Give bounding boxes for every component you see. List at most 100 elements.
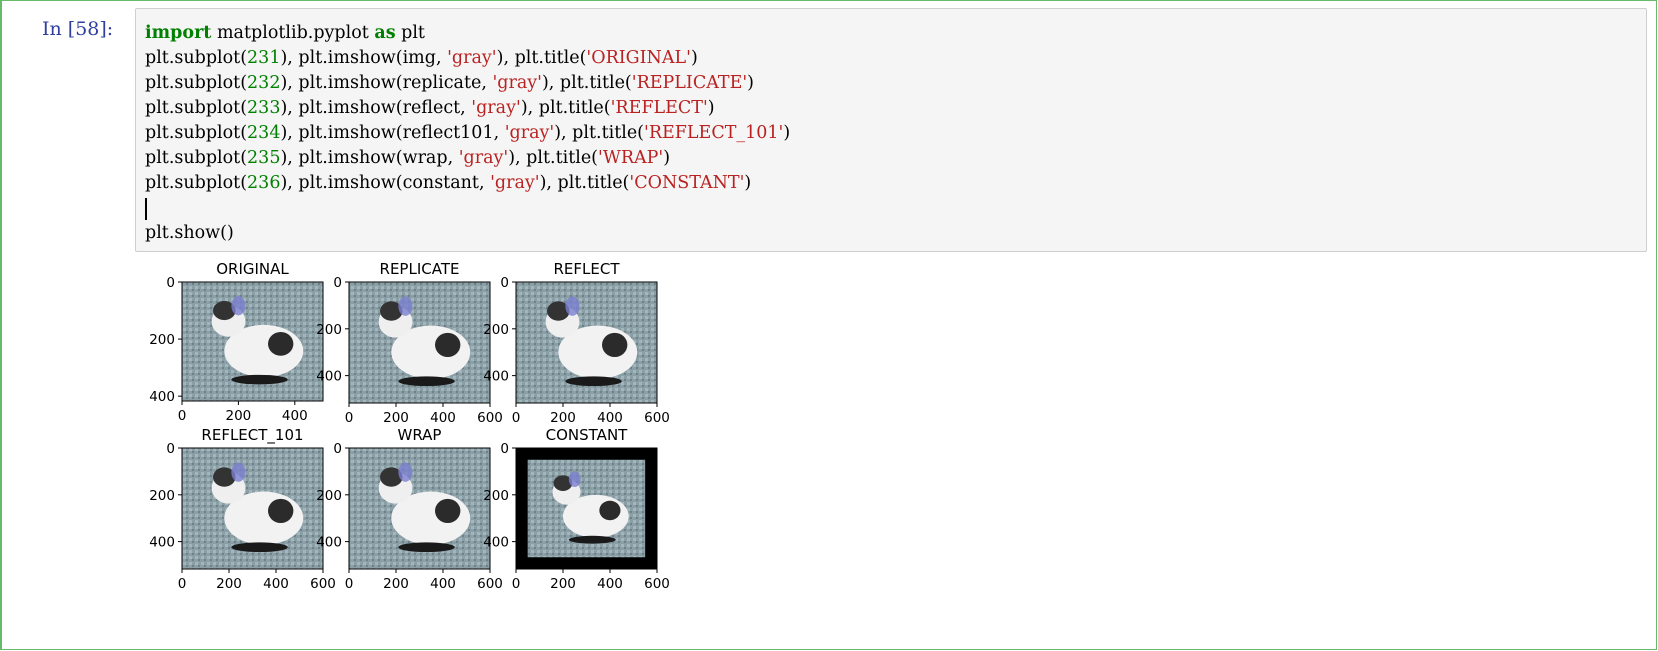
x-tick-label: 600 — [644, 410, 670, 426]
x-tick-label: 0 — [512, 410, 521, 426]
code-token: ), plt.imshow(reflect101, — [280, 123, 505, 143]
cat-ear — [231, 462, 246, 482]
code-token: ), plt.imshow(constant, — [280, 173, 491, 193]
code-token: ), plt.title( — [520, 98, 611, 118]
code-token: plt.show() — [145, 223, 234, 243]
code-token: ) — [744, 173, 752, 193]
cat-spot — [435, 498, 461, 524]
cat-tail — [231, 374, 288, 385]
cat-spot — [599, 500, 621, 521]
code-token: plt.subplot( — [145, 98, 248, 118]
code-token: plt.subplot( — [145, 123, 248, 143]
code-token: 'REPLICATE' — [631, 73, 748, 93]
code-token: 'gray' — [458, 148, 509, 168]
cat-tail — [231, 542, 288, 553]
cat-tail — [398, 542, 455, 553]
cat-ear — [231, 296, 246, 316]
subplot-title: WRAP — [398, 426, 442, 444]
y-tick-label: 200 — [149, 488, 175, 504]
subplot-reflect_101: REFLECT_101 0 200 400 600 0 200 400 — [149, 426, 336, 592]
code-token: 'REFLECT' — [610, 98, 708, 118]
y-tick-label: 0 — [333, 441, 342, 457]
code-token: 'gray' — [490, 173, 540, 193]
code-token: ) — [690, 48, 698, 68]
x-tick-label: 200 — [383, 576, 409, 592]
x-tick-label: 0 — [345, 576, 354, 592]
code-line[interactable]: import matplotlib.pyplot as plt — [145, 21, 790, 46]
cat-spot — [268, 331, 294, 356]
y-tick-label: 0 — [333, 275, 342, 291]
code-line[interactable]: plt.subplot(234), plt.imshow(reflect101,… — [145, 121, 790, 146]
code-token: ) — [707, 98, 715, 118]
output-area: ORIGINAL 0 200 400 0 200 400 REPLICATE 0 200 400 60… — [135, 260, 695, 606]
cat-ear — [568, 471, 581, 488]
x-tick-label: 600 — [477, 576, 503, 592]
y-tick-label: 400 — [316, 535, 342, 551]
y-tick-label: 0 — [500, 441, 509, 457]
cat-ear — [398, 296, 413, 316]
y-tick-label: 400 — [149, 535, 175, 551]
x-tick-label: 0 — [178, 408, 187, 424]
y-tick-label: 200 — [149, 332, 175, 348]
x-tick-label: 0 — [512, 576, 521, 592]
code-text[interactable]: import matplotlib.pyplot as plt plt.subpl… — [145, 21, 790, 246]
code-token: ), plt.imshow(wrap, — [280, 148, 459, 168]
code-line[interactable]: plt.subplot(232), plt.imshow(replicate, … — [145, 71, 790, 96]
subplot-constant: CONSTANT 0 200 400 600 0 200 400 — [483, 426, 670, 592]
subplot-title: REFLECT — [554, 262, 621, 278]
subplot-original: ORIGINAL0 200 4000200400 — [149, 260, 324, 424]
cat-tail — [565, 376, 622, 387]
code-line[interactable]: plt.subplot(236), plt.imshow(constant, '… — [145, 171, 790, 196]
cat-spot — [268, 498, 294, 524]
code-token: 'gray' — [492, 73, 542, 93]
code-line[interactable]: plt.show() — [145, 221, 790, 246]
code-token: 233 — [247, 98, 281, 118]
code-token: 232 — [247, 73, 281, 93]
x-tick-label: 0 — [345, 410, 354, 426]
subplot-title: CONSTANT — [546, 426, 629, 444]
x-tick-label: 200 — [383, 410, 409, 426]
subplot-figure: ORIGINAL0 200 4000200400REPLICATE0 200 400 60… — [149, 260, 670, 592]
code-token: 'gray' — [447, 48, 497, 68]
cat-tail — [398, 376, 455, 387]
subplot-reflect: REFLECT 0 200 400 600 0 200 400 — [483, 260, 670, 426]
y-tick-label: 200 — [483, 488, 509, 504]
cat-spot — [435, 332, 461, 358]
input-prompt: In [58]: — [42, 18, 114, 40]
code-token: plt.subplot( — [145, 73, 248, 93]
code-token: ), plt.title( — [541, 73, 632, 93]
code-token: ), plt.title( — [539, 173, 630, 193]
cat-ear — [398, 462, 413, 482]
text-cursor — [145, 197, 147, 220]
subplot-title: REPLICATE — [380, 262, 460, 278]
code-token: 235 — [247, 148, 281, 168]
subplot-title: REFLECT_101 — [201, 426, 303, 445]
code-line[interactable]: plt.subplot(231), plt.imshow(img, 'gray'… — [145, 46, 790, 71]
code-token: 'gray' — [504, 123, 555, 143]
code-token: 'ORIGINAL' — [586, 48, 691, 68]
code-editor[interactable]: import matplotlib.pyplot as plt plt.subpl… — [135, 8, 1647, 252]
code-token: as — [374, 23, 396, 43]
code-line[interactable] — [145, 196, 790, 221]
code-line[interactable]: plt.subplot(235), plt.imshow(wrap, 'gray… — [145, 146, 790, 171]
x-tick-label: 400 — [430, 410, 456, 426]
code-token: import — [145, 23, 212, 43]
code-token: ) — [747, 73, 754, 93]
code-token: 231 — [247, 48, 281, 68]
code-token: 'CONSTANT' — [629, 173, 745, 193]
x-tick-label: 200 — [216, 576, 242, 592]
x-tick-label: 600 — [477, 410, 503, 426]
y-tick-label: 400 — [483, 535, 509, 551]
code-token: ), plt.title( — [554, 123, 645, 143]
code-line[interactable]: plt.subplot(233), plt.imshow(reflect, 'g… — [145, 96, 790, 121]
code-token: 'WRAP' — [598, 148, 664, 168]
y-tick-label: 400 — [483, 369, 509, 385]
cat-spot — [602, 332, 628, 358]
x-tick-label: 0 — [178, 576, 187, 592]
x-tick-label: 400 — [430, 576, 456, 592]
code-token: 'REFLECT_101' — [644, 123, 784, 143]
code-token: ) — [663, 148, 671, 168]
y-tick-label: 0 — [500, 275, 509, 291]
y-tick-label: 0 — [166, 441, 175, 457]
y-tick-label: 200 — [483, 322, 509, 338]
